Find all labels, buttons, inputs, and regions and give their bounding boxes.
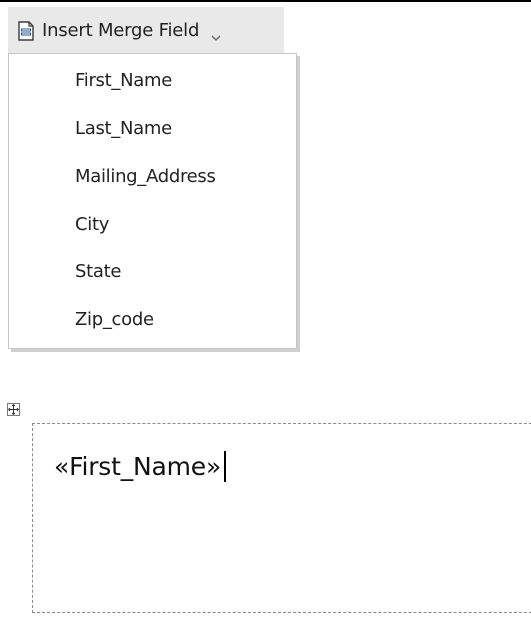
- move-cross-icon[interactable]: [7, 403, 20, 416]
- merge-field-line[interactable]: «First_Name»: [54, 449, 227, 483]
- merge-field-first-name[interactable]: «First_Name»: [54, 452, 221, 481]
- insert-merge-field-button[interactable]: Insert Merge Field: [8, 7, 284, 54]
- document-icon: [17, 20, 35, 41]
- top-border: [0, 0, 531, 2]
- menu-item-first-name[interactable]: First_Name: [9, 58, 296, 102]
- menu-item-state[interactable]: State: [9, 249, 296, 293]
- chevron-down-icon[interactable]: [211, 28, 221, 41]
- menu-item-last-name[interactable]: Last_Name: [9, 106, 296, 150]
- menu-item-city[interactable]: City: [9, 202, 296, 246]
- text-cursor: [224, 450, 227, 482]
- menu-item-mailing-address[interactable]: Mailing_Address: [9, 154, 296, 198]
- menu-item-zip-code[interactable]: Zip_code: [9, 297, 296, 341]
- merge-field-menu: First_Name Last_Name Mailing_Address Cit…: [8, 53, 297, 349]
- insert-merge-field-label: Insert Merge Field: [42, 20, 200, 41]
